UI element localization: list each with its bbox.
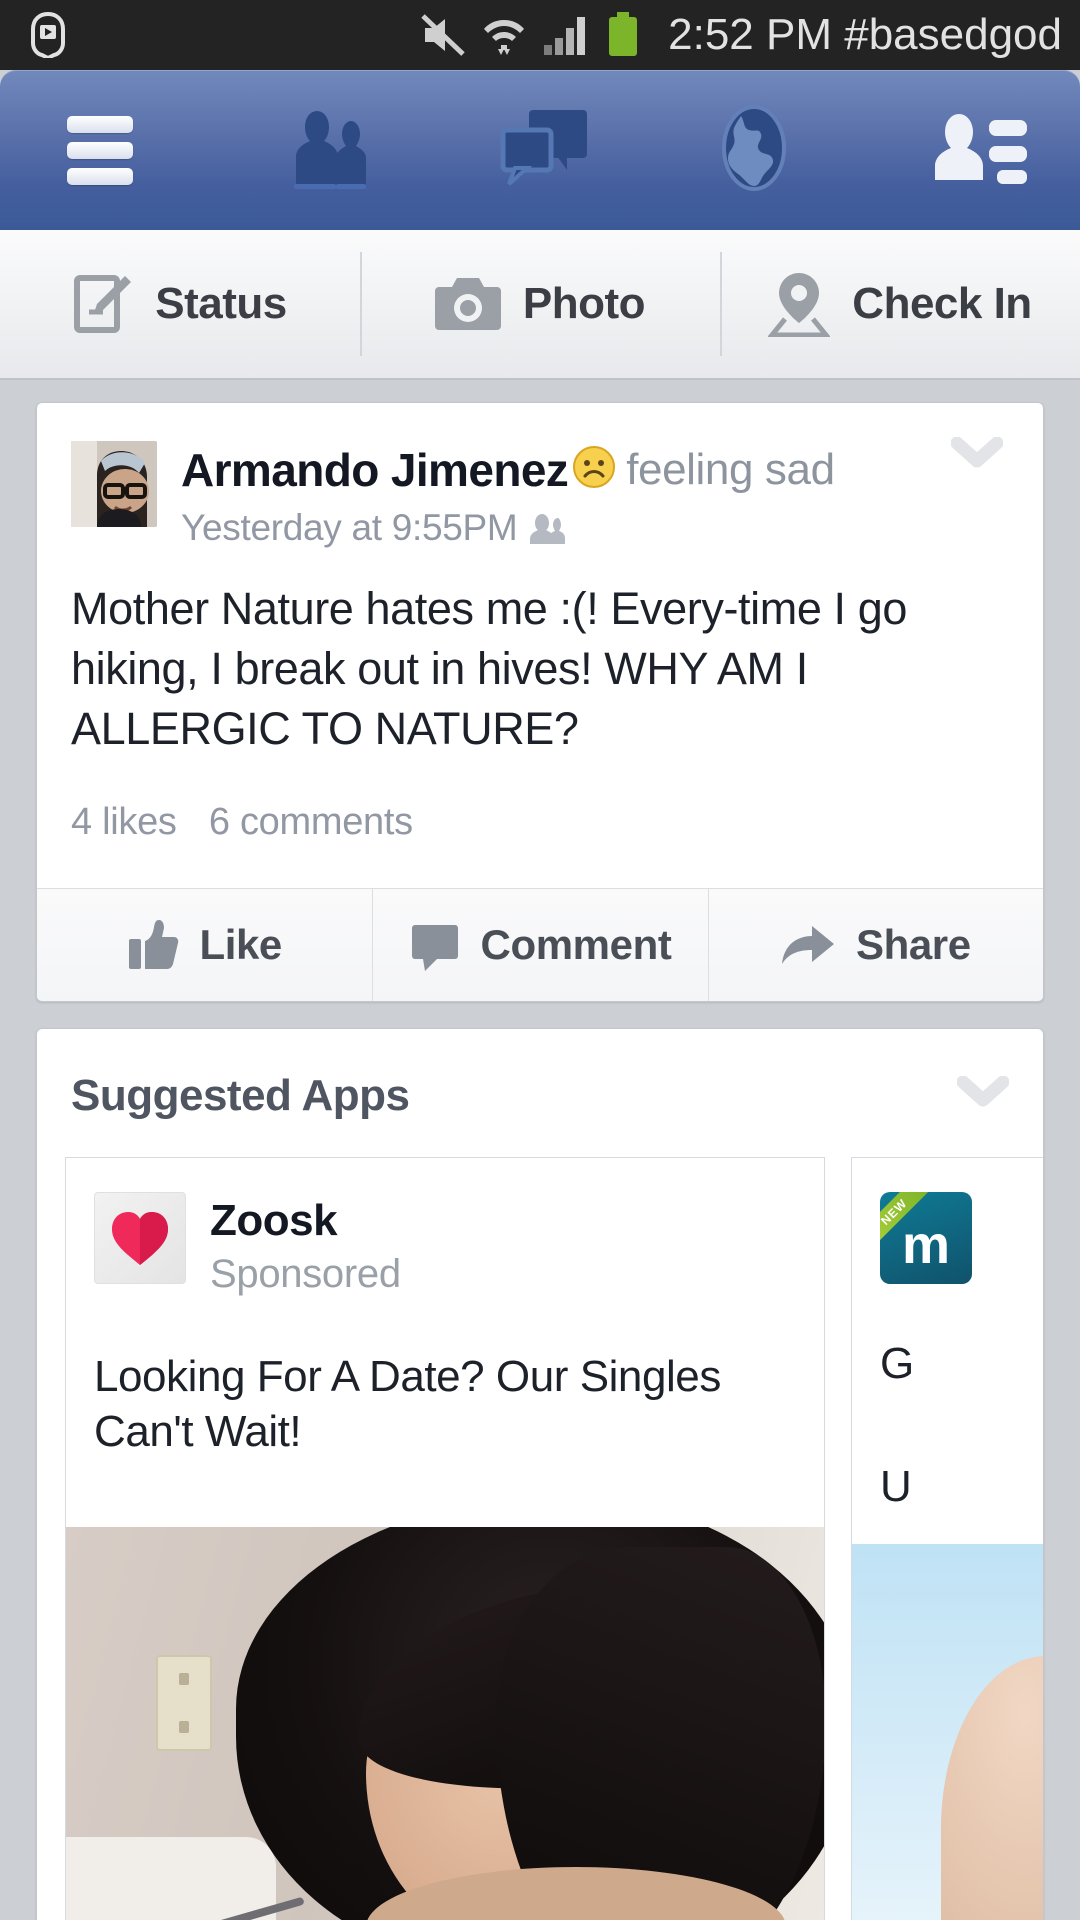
wifi-icon <box>484 20 525 55</box>
post-author-name[interactable]: Armando Jimenez <box>181 443 569 497</box>
post-like-count[interactable]: 4 likes <box>71 801 177 843</box>
app-card-header: Zoosk Sponsored <box>66 1158 824 1327</box>
photo-light-switch <box>156 1654 212 1751</box>
chevron-down-icon <box>950 436 1004 468</box>
suggested-apps-header: Suggested Apps <box>37 1029 1043 1157</box>
status-bar-clock: 2:52 PM #basedgod <box>668 10 1062 59</box>
camera-icon <box>434 278 501 330</box>
battery-icon <box>609 12 638 56</box>
facebook-nav-bar <box>0 70 1080 230</box>
post-author-line: Armando Jimenez feeling sad <box>181 443 835 497</box>
map-pin-icon <box>768 273 831 337</box>
post-header-text: Armando Jimenez feeling sad Yesterday at… <box>157 441 835 549</box>
suggested-apps-title: Suggested Apps <box>71 1070 410 1120</box>
avatar[interactable] <box>71 441 157 527</box>
comment-button-label: Comment <box>480 920 672 968</box>
share-button-label: Share <box>855 920 971 968</box>
app-name: Zoosk <box>210 1195 338 1245</box>
app-promo-photo-secondary[interactable] <box>852 1543 1043 1920</box>
composer-status-label: Status <box>155 279 287 328</box>
mute-icon <box>421 14 465 56</box>
status-pencil-icon <box>74 275 132 333</box>
hamburger-menu-button[interactable] <box>0 107 200 194</box>
post-timestamp[interactable]: Yesterday at 9:55PM <box>181 507 518 549</box>
globe-icon <box>722 104 786 191</box>
app-card-header: NEW m <box>852 1158 1043 1314</box>
chevron-down-icon <box>956 1075 1010 1107</box>
post-card: Armando Jimenez feeling sad Yesterday at… <box>36 402 1044 1002</box>
post-meta-line: Yesterday at 9:55PM <box>181 497 835 549</box>
thumbs-up-icon <box>129 919 179 969</box>
media-player-icon <box>31 12 65 58</box>
share-arrow-icon <box>781 925 834 964</box>
photo-hair-side <box>496 1546 824 1920</box>
post-menu-button[interactable] <box>950 436 1004 476</box>
app-copy-line-2: U <box>880 1461 912 1511</box>
friend-requests-nav-button[interactable] <box>283 103 379 198</box>
post-body-text: Mother Nature hates me :(! Every-time I … <box>71 583 908 754</box>
like-button-label: Like <box>199 920 282 968</box>
friend-list-nav-button[interactable] <box>880 106 1080 194</box>
app-card-zoosk[interactable]: Zoosk Sponsored Looking For A Date? Our … <box>65 1156 825 1920</box>
friends-privacy-icon[interactable] <box>529 511 569 545</box>
app-card-secondary[interactable]: NEW m G U <box>851 1156 1043 1920</box>
suggested-apps-menu-button[interactable] <box>956 1075 1010 1115</box>
app-copy-line-1: G <box>880 1338 914 1388</box>
composer-photo-button[interactable]: Photo <box>360 230 720 378</box>
composer-photo-label: Photo <box>522 279 646 328</box>
heart-icon <box>94 1191 186 1284</box>
messages-nav-button[interactable] <box>499 104 591 197</box>
sad-face-emoji-icon <box>568 445 620 496</box>
post-action-bar: Like Comment Share <box>37 887 1043 1001</box>
app-promo-photo[interactable] <box>66 1526 824 1920</box>
avatar-photo <box>71 441 157 527</box>
nav-center-group <box>200 103 880 198</box>
status-bar-right-cluster: 2:52 PM #basedgod <box>420 0 1062 70</box>
person-list-icon <box>935 114 1027 184</box>
post-header: Armando Jimenez feeling sad Yesterday at… <box>37 403 1043 549</box>
post-comment-count[interactable]: 6 comments <box>209 801 413 843</box>
composer-checkin-label: Check In <box>852 279 1032 328</box>
friends-icon <box>294 110 366 189</box>
composer-row: Status Photo Check In <box>0 230 1080 380</box>
suggested-apps-card: Suggested Apps Zoosk Sponsored Looking F… <box>36 1027 1044 1920</box>
app-sponsored-label: Sponsored <box>210 1251 401 1296</box>
notifications-nav-button[interactable] <box>711 104 797 197</box>
app-icon-letter: m <box>901 1214 950 1275</box>
app-card-text: Zoosk Sponsored <box>186 1192 401 1297</box>
hamburger-menu-icon <box>67 107 133 194</box>
messages-icon <box>500 109 587 185</box>
status-bar: 2:52 PM #basedgod <box>0 0 1080 70</box>
composer-checkin-button[interactable]: Check In <box>720 230 1080 378</box>
like-button[interactable]: Like <box>37 889 372 1001</box>
app-copy-text: Looking For A Date? Our Singles Can't Wa… <box>94 1351 721 1456</box>
cell-signal-icon <box>544 17 586 55</box>
comment-button[interactable]: Comment <box>372 888 707 1001</box>
suggested-apps-carousel[interactable]: Zoosk Sponsored Looking For A Date? Our … <box>37 1156 1043 1920</box>
photo-sink <box>66 1836 276 1920</box>
share-button[interactable]: Share <box>707 888 1043 1001</box>
post-stats: 4 likes 6 comments <box>37 759 1043 888</box>
news-feed: Armando Jimenez feeling sad Yesterday at… <box>0 380 1080 1920</box>
post-feeling-label: feeling sad <box>626 445 835 494</box>
app-tile-icon: NEW m <box>880 1191 972 1284</box>
status-bar-left-icons <box>0 12 68 58</box>
comment-bubble-icon <box>411 924 458 971</box>
composer-status-button[interactable]: Status <box>0 230 360 378</box>
